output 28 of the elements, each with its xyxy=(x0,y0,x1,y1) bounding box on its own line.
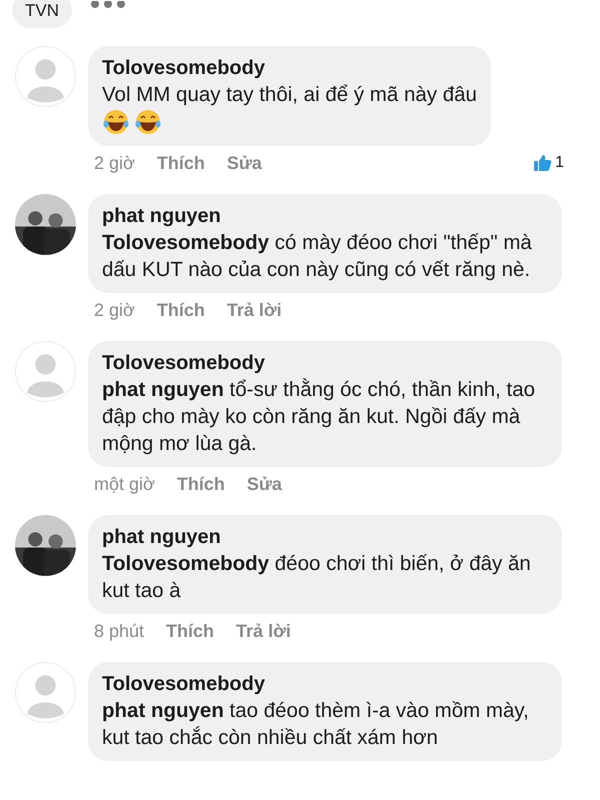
more-icon[interactable] xyxy=(90,1,126,11)
author-name[interactable]: phat nguyen xyxy=(102,203,548,229)
comment-time: 8 phút xyxy=(94,620,144,642)
thumbs-up-icon xyxy=(533,153,554,173)
comment-text: Tolovesomebody đéoo chơi thì biến, ở đây ăn kut tao à xyxy=(102,551,532,604)
author-name[interactable]: Tolovesomebody xyxy=(102,671,548,697)
comment-time: 2 giờ xyxy=(94,152,135,174)
comment-action-link[interactable]: Sửa xyxy=(246,474,282,494)
author-name[interactable]: Tolovesomebody xyxy=(102,55,477,81)
comment-text: phat nguyen tổ-sư thằng óc chó, thần kinh, tao đập cho mày ko còn răng ăn kut. Ngồi đấy mà mộng mơ lùa gà. xyxy=(102,377,536,457)
comment-text: Tolovesomebody có mày đéoo chơi "thếp" mà dấu KUT nào của con này cũng có vết răng nè. xyxy=(102,230,533,283)
comment-action-link[interactable]: Sửa xyxy=(226,152,262,174)
like-link[interactable]: Thích xyxy=(156,152,205,174)
comment-time: một giờ xyxy=(94,474,155,494)
author-name: TVN xyxy=(25,2,59,20)
comment-action-link[interactable]: Trả lời xyxy=(236,620,291,642)
like-link[interactable]: Thích xyxy=(176,474,225,494)
like-link[interactable]: Thích xyxy=(156,300,205,320)
comment-text: Vol MM quay tay thôi, ai để ý mã này đâu xyxy=(102,82,477,108)
comment-text: phat nguyen tao đéoo thèm ì-a vào mồm mày, kut tao chắc còn nhiều chất xám hơn xyxy=(102,698,530,751)
laughing-emoji-icon xyxy=(134,108,162,136)
author-name[interactable]: phat nguyen xyxy=(102,524,548,550)
author-name[interactable]: Tolovesomebody xyxy=(102,350,548,376)
comment-action-link[interactable]: Trả lời xyxy=(226,300,282,320)
laughing-emoji-icon xyxy=(102,108,130,136)
like-link[interactable]: Thích xyxy=(166,620,214,642)
comment-time: 2 giờ xyxy=(94,300,135,320)
reaction-count: 1 xyxy=(555,154,564,172)
